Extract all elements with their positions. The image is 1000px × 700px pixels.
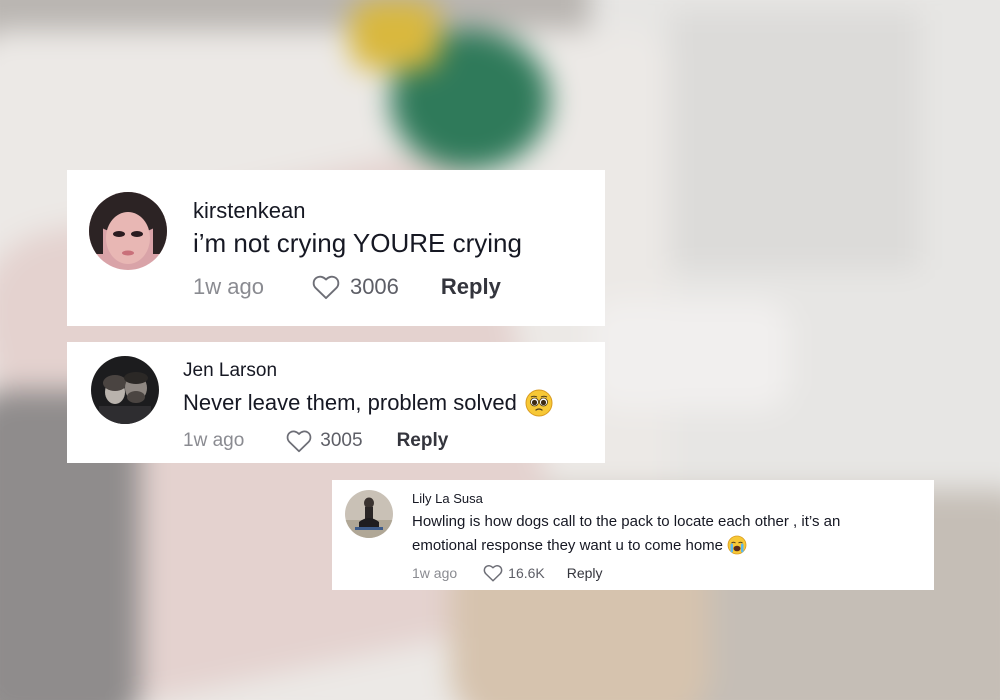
pleading-face-icon (525, 389, 553, 417)
like-button[interactable]: 16.6K (483, 564, 545, 582)
heart-icon (312, 275, 340, 300)
comment-time: 1w ago (183, 430, 245, 451)
comment-card: Lily La Susa Howling is how dogs call to… (332, 480, 934, 590)
comment-meta: 1w ago 3005 Reply (183, 429, 448, 453)
comment-time: 1w ago (412, 565, 458, 581)
avatar[interactable] (89, 192, 167, 270)
like-count: 3006 (349, 274, 399, 299)
avatar[interactable] (91, 356, 159, 424)
like-button[interactable]: 3005 (286, 429, 363, 453)
bg-yellow-pillow (350, 0, 440, 70)
heart-icon (483, 565, 503, 582)
heart-icon (286, 430, 312, 453)
like-button[interactable]: 3006 (312, 274, 399, 300)
like-count: 3005 (320, 430, 363, 451)
comment-text-row: Never leave them, problem solved (183, 389, 553, 417)
comment-time: 1w ago (193, 274, 264, 299)
comment-meta: 1w ago 16.6K Reply (412, 564, 603, 582)
comment-text-line-1: Howling is how dogs call to the pack to … (412, 513, 841, 530)
comment-card: Jen Larson Never leave them, problem sol… (67, 342, 605, 463)
avatar-image (89, 192, 167, 270)
avatar-image (345, 490, 393, 538)
comment-username[interactable]: Lily La Susa (412, 491, 483, 506)
avatar[interactable] (345, 490, 393, 538)
loudly-crying-face-icon (727, 535, 747, 555)
comment-card: kirstenkean i’m not crying YOURE crying … (67, 170, 605, 326)
bg-door-panel (670, 10, 920, 270)
reply-button[interactable]: Reply (567, 565, 603, 581)
comment-username[interactable]: kirstenkean (193, 198, 306, 224)
comment-username[interactable]: Jen Larson (183, 360, 277, 382)
comment-text-row: emotional response they want u to come h… (412, 535, 747, 555)
reply-button[interactable]: Reply (441, 274, 501, 300)
like-count: 16.6K (508, 565, 545, 581)
comment-text: Never leave them, problem solved (183, 390, 517, 415)
reply-button[interactable]: Reply (397, 430, 449, 452)
bg-white-pillow (590, 300, 790, 410)
comment-text: i’m not crying YOURE crying (193, 228, 522, 258)
comment-meta: 1w ago 3006 Reply (193, 274, 501, 300)
comment-text-line-2: emotional response they want u to come h… (412, 536, 724, 554)
avatar-image (91, 356, 159, 424)
